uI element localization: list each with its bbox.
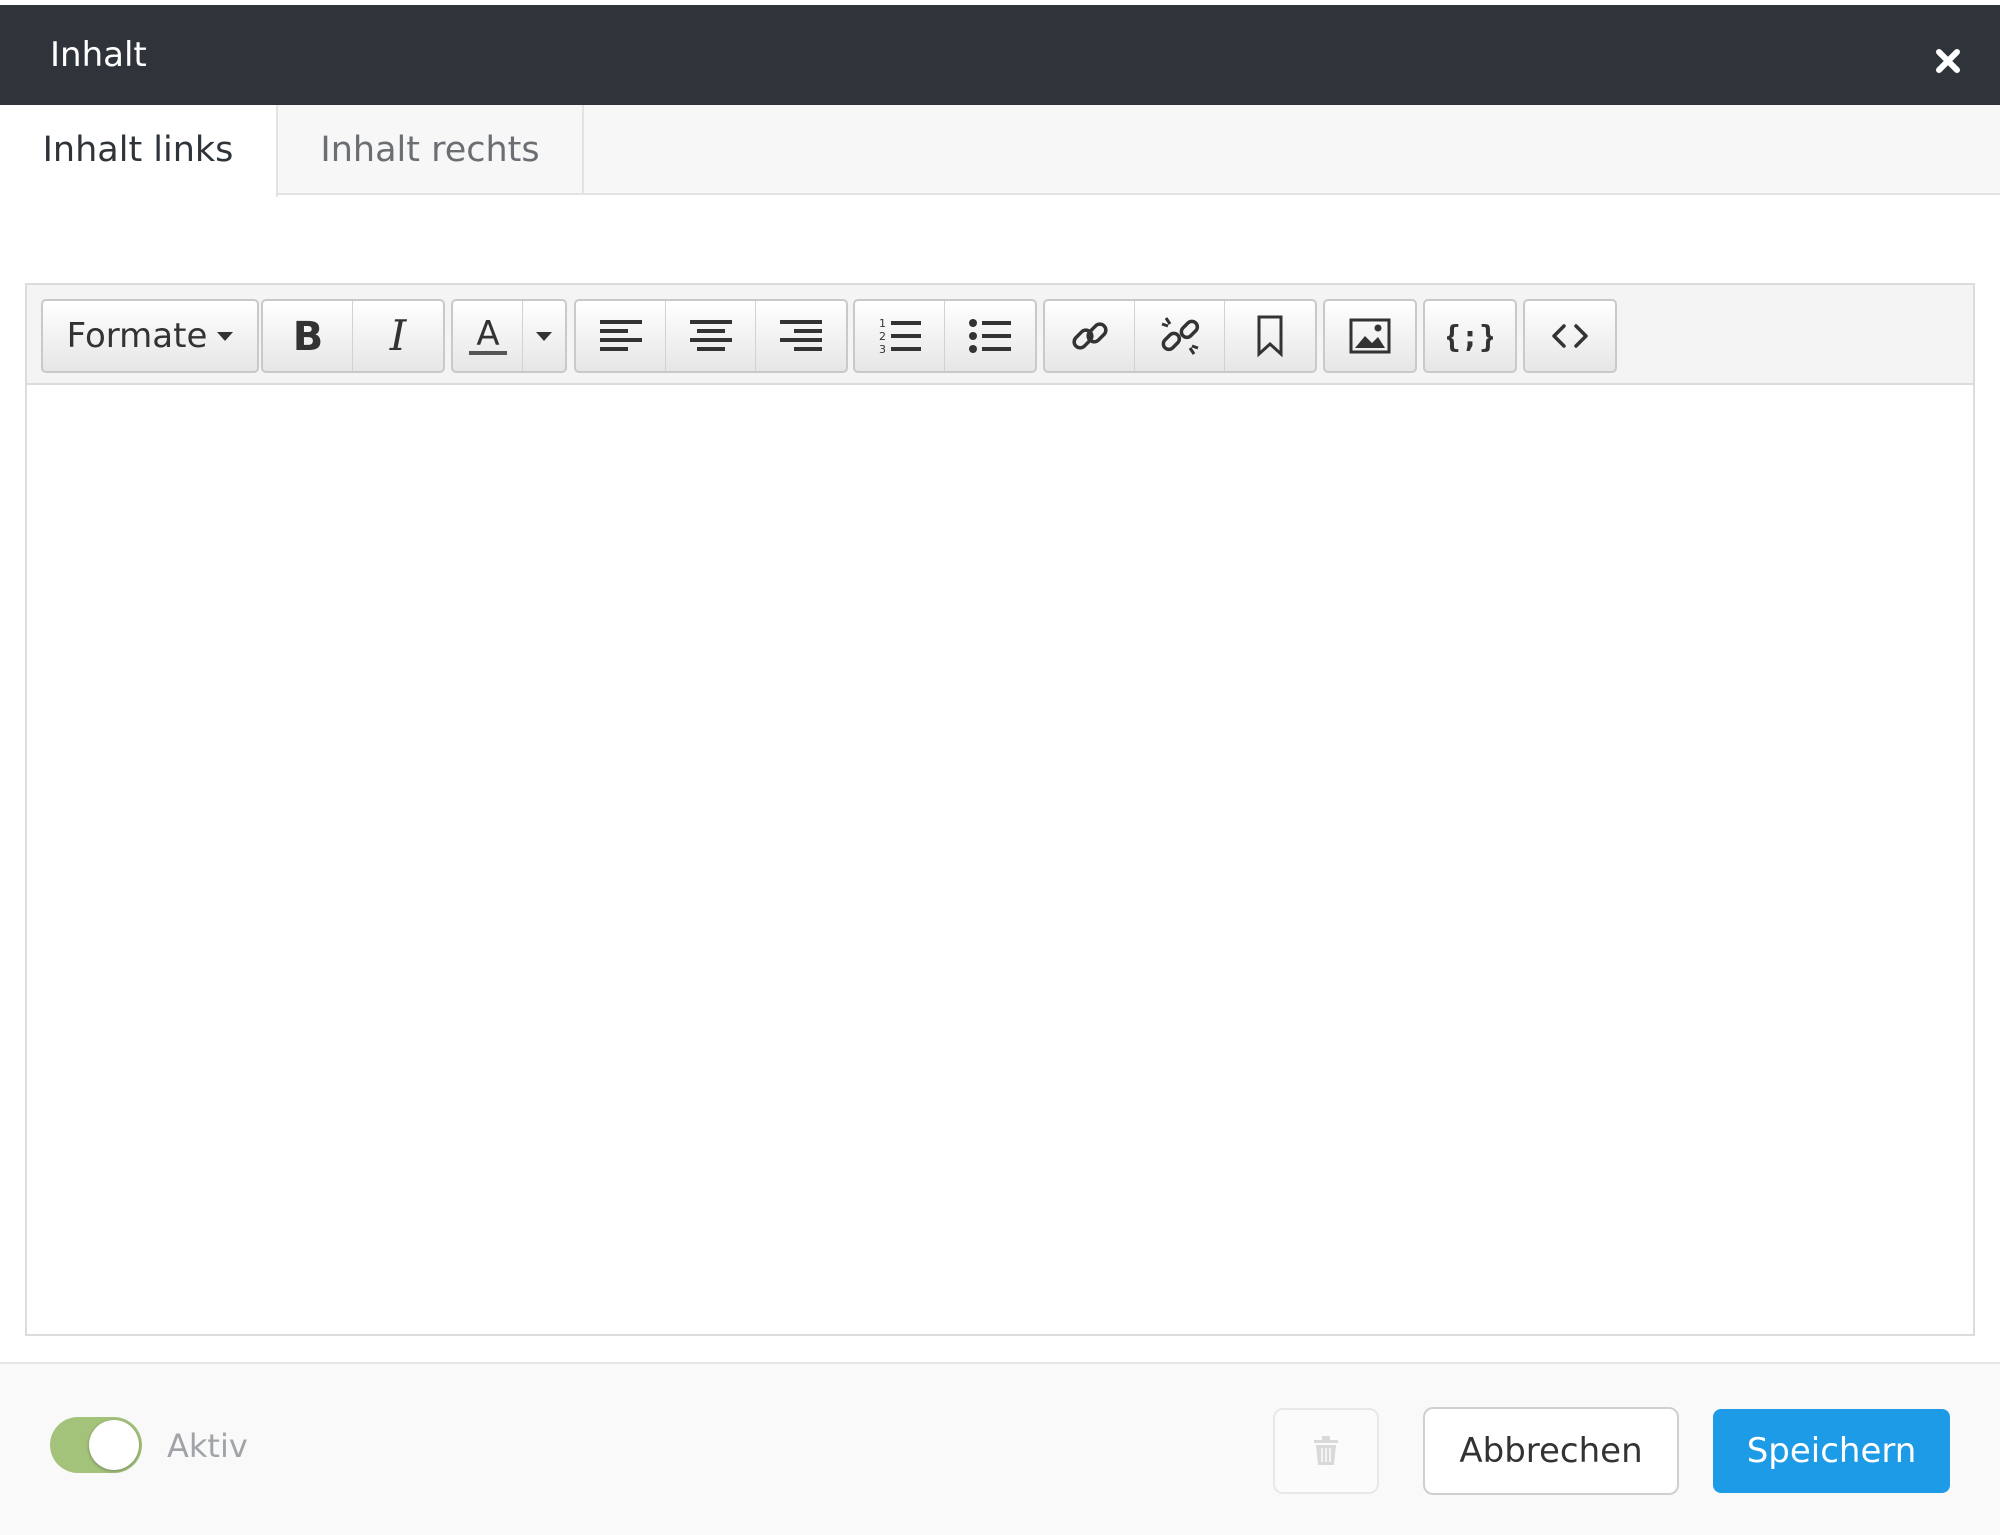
align-left-button[interactable] — [576, 301, 666, 371]
active-label: Aktiv — [167, 1427, 248, 1465]
align-center-icon — [689, 320, 732, 351]
anchor-button[interactable] — [1225, 301, 1315, 371]
svg-text:B: B — [292, 314, 323, 358]
text-style-group: B I — [261, 299, 445, 373]
list-group: 1 2 3 — [853, 299, 1037, 373]
text-color-icon: A — [468, 314, 507, 355]
insert-variable-button[interactable]: {;} — [1425, 301, 1515, 371]
tab-inhalt-links[interactable]: Inhalt links — [0, 105, 278, 197]
bold-icon: B — [292, 314, 323, 358]
content-dialog: Inhalt Inhalt links Inhalt rechts Format… — [0, 0, 2000, 1535]
formats-dropdown[interactable]: Formate — [43, 301, 257, 371]
source-group — [1523, 299, 1617, 373]
delete-button[interactable] — [1273, 1408, 1379, 1494]
text-color-button[interactable]: A — [453, 301, 523, 371]
formats-label: Formate — [66, 316, 208, 356]
tab-bar: Inhalt links Inhalt rechts — [0, 105, 2000, 197]
link-icon — [1071, 322, 1108, 350]
toggle-knob — [89, 1420, 139, 1470]
remove-link-button[interactable] — [1135, 301, 1225, 371]
close-icon — [1936, 49, 1960, 73]
close-button[interactable] — [1928, 41, 1968, 81]
editor-toolbar: Formate B I A 1 2 3 ; — [27, 285, 1973, 385]
align-left-icon — [599, 320, 642, 351]
chevron-down-icon — [217, 331, 234, 341]
unlink-icon — [1161, 317, 1199, 355]
save-button[interactable]: Speichern — [1713, 1409, 1950, 1493]
align-right-button[interactable] — [756, 301, 846, 371]
align-center-button[interactable] — [666, 301, 756, 371]
image-icon — [1349, 318, 1391, 354]
svg-text:I: I — [389, 314, 408, 358]
text-color-dropdown[interactable] — [523, 301, 565, 371]
curly-braces-icon: {;} — [1447, 320, 1493, 355]
alignment-group — [574, 299, 848, 373]
italic-button[interactable]: I — [353, 301, 443, 371]
ordered-list-icon: 1 2 3 — [879, 317, 921, 356]
insert-link-button[interactable] — [1045, 301, 1135, 371]
text-color-group: A — [451, 299, 567, 373]
dialog-title: Inhalt — [50, 35, 147, 75]
rich-text-editor: Formate B I A 1 2 3 ; — [25, 283, 1975, 1336]
svg-text:1: 1 — [879, 317, 886, 330]
bullet-list-icon — [969, 319, 1011, 353]
editor-content-area[interactable] — [27, 385, 1973, 1334]
source-code-button[interactable] — [1525, 301, 1615, 371]
bullet-list-button[interactable] — [945, 301, 1035, 371]
text-color-letter: A — [476, 314, 499, 354]
svg-text:2: 2 — [879, 330, 886, 343]
ordered-list-button[interactable]: 1 2 3 — [855, 301, 945, 371]
trash-icon — [1314, 1436, 1338, 1465]
align-right-icon — [780, 320, 822, 351]
link-group — [1043, 299, 1317, 373]
image-group — [1323, 299, 1417, 373]
chevron-down-icon — [536, 331, 552, 341]
cancel-button[interactable]: Abbrechen — [1423, 1407, 1679, 1495]
code-icon — [1552, 324, 1588, 348]
svg-text:{;}: {;} — [1447, 320, 1493, 355]
bookmark-icon — [1257, 315, 1283, 358]
svg-text:3: 3 — [879, 343, 886, 356]
bold-button[interactable]: B — [263, 301, 353, 371]
dialog-footer: Aktiv Abbrechen Speichern — [0, 1362, 2000, 1535]
active-toggle[interactable] — [50, 1417, 142, 1473]
tab-inhalt-rechts[interactable]: Inhalt rechts — [278, 105, 584, 195]
dialog-header: Inhalt — [0, 5, 2000, 105]
insert-image-button[interactable] — [1325, 301, 1415, 371]
italic-icon: I — [389, 314, 408, 358]
formats-group: Formate — [41, 299, 259, 373]
variables-group: {;} — [1423, 299, 1517, 373]
